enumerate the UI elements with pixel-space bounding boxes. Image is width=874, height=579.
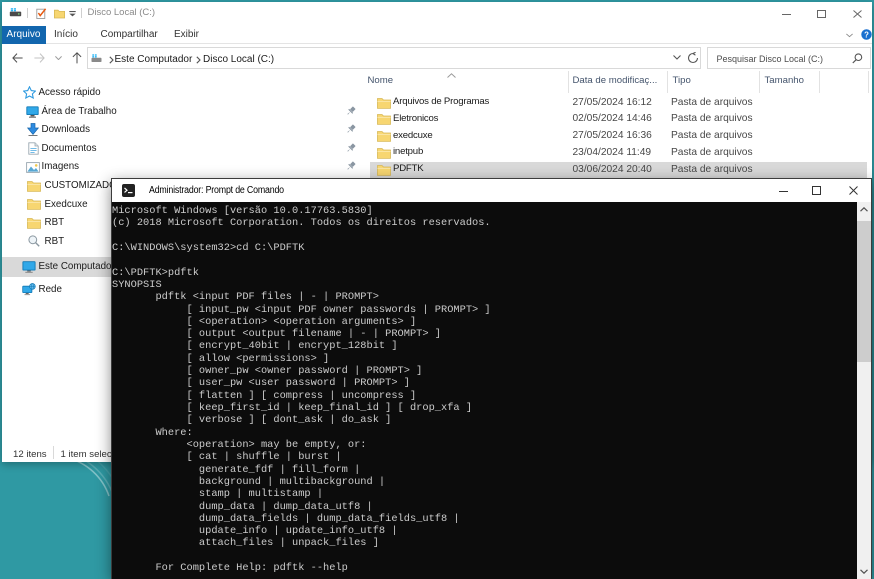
svg-text:?: ? xyxy=(864,30,869,39)
